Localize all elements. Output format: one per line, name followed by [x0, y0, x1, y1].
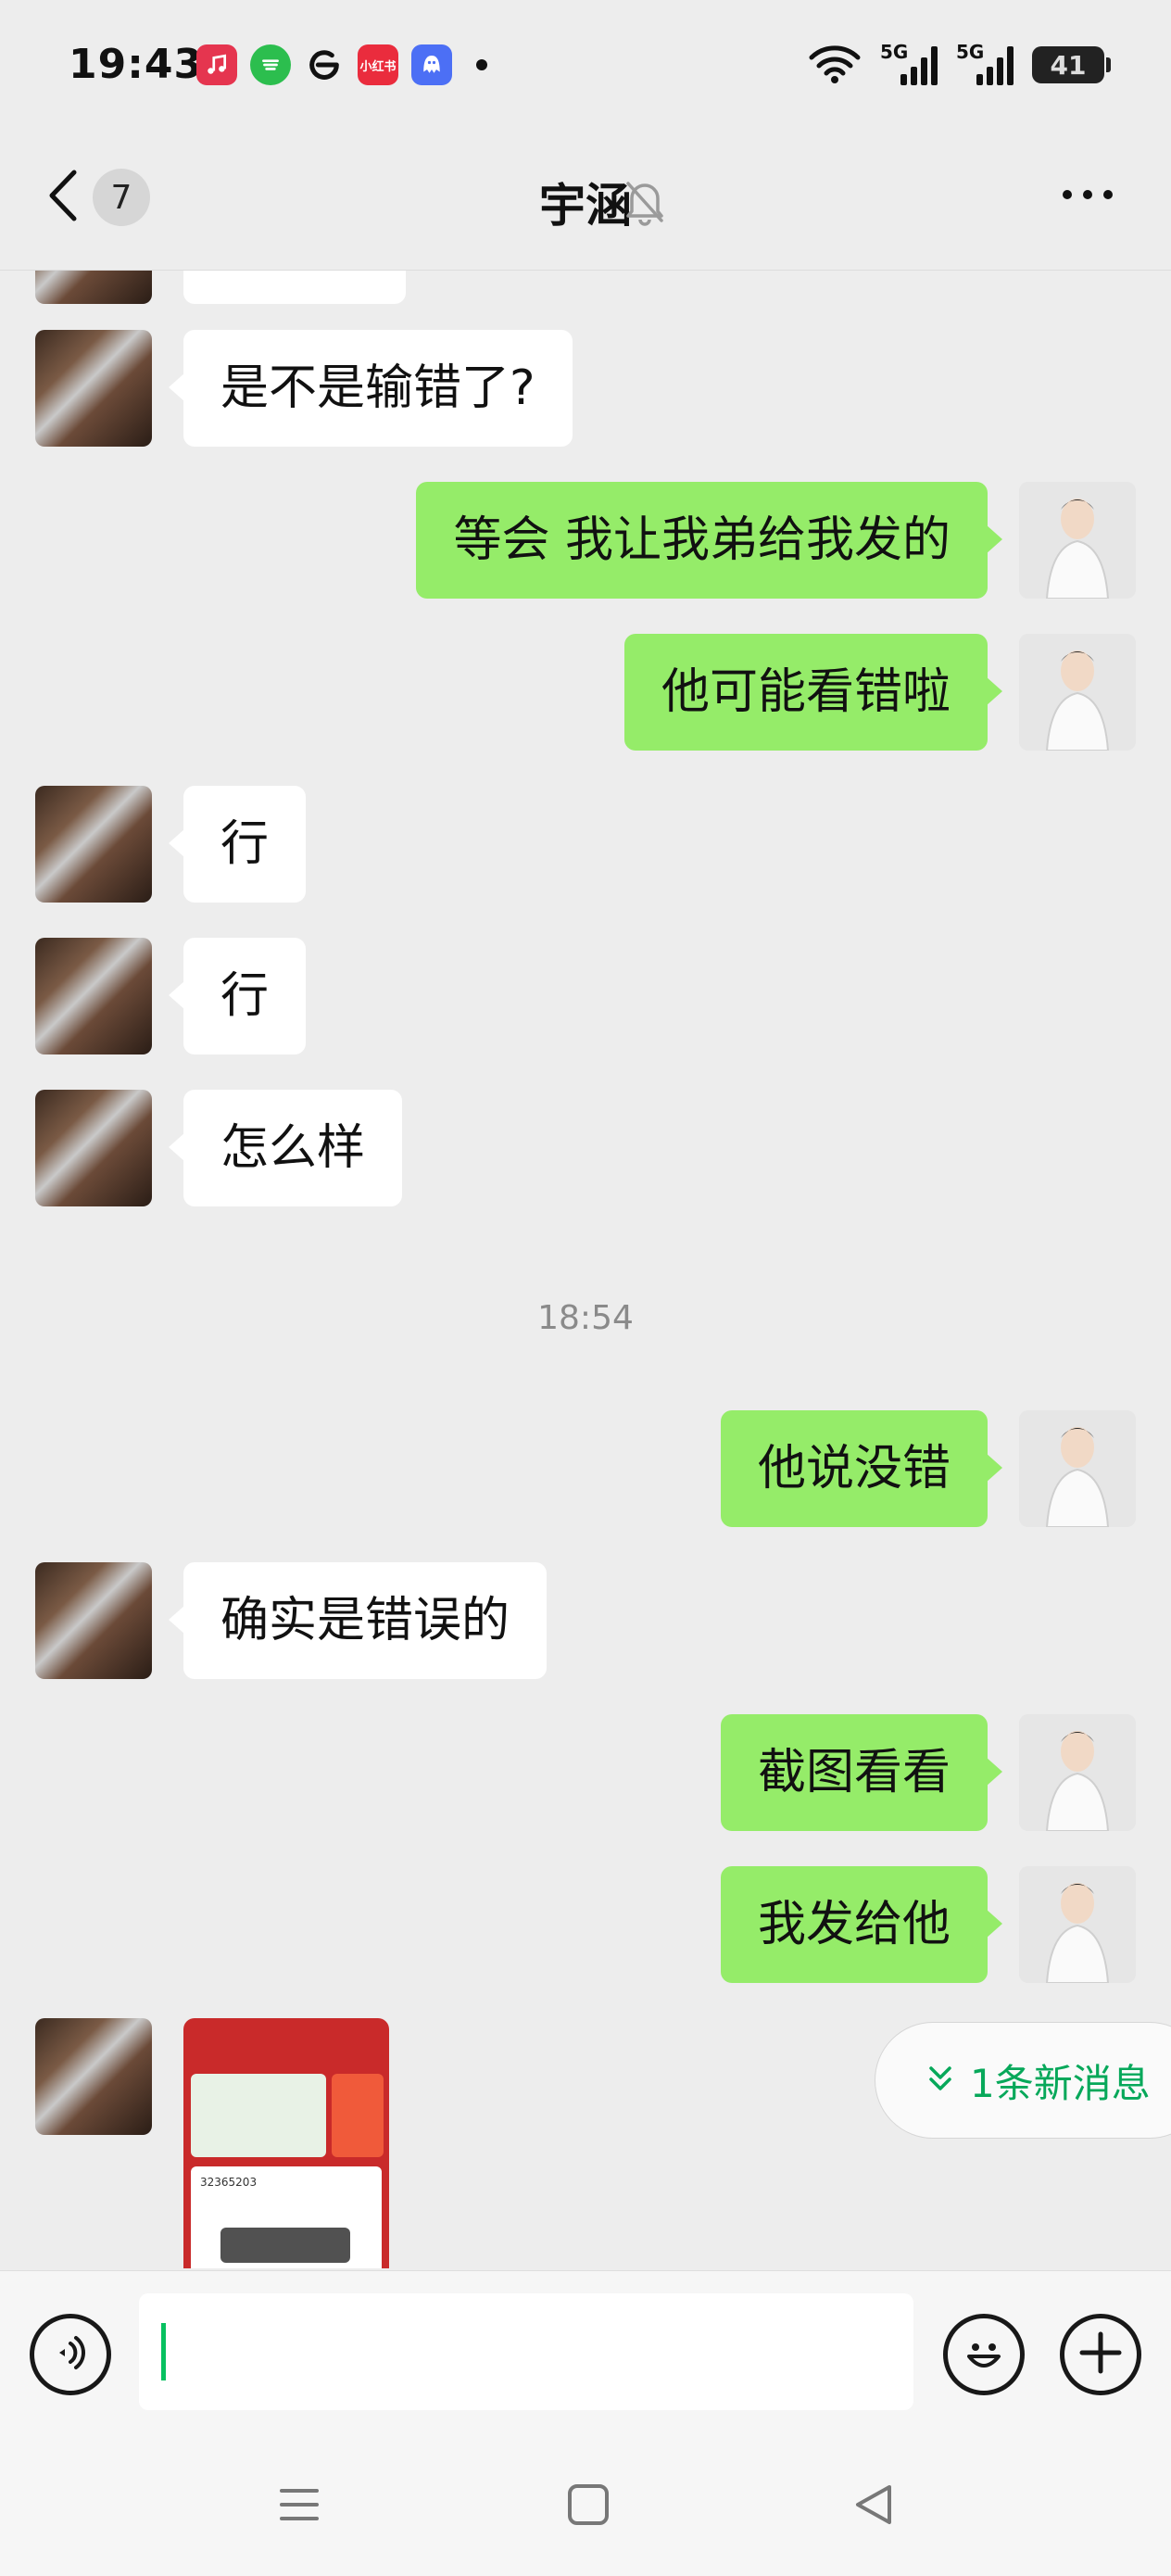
- input-bar: [0, 2270, 1171, 2437]
- message-bubble-partial[interactable]: [183, 271, 406, 304]
- emoji-button[interactable]: [943, 2314, 1025, 2395]
- plus-icon: [1077, 2330, 1124, 2380]
- more-notifications-dot: [476, 59, 487, 70]
- self-avatar[interactable]: [1019, 482, 1136, 599]
- network-type-label: 5G: [880, 41, 909, 63]
- double-chevron-down-icon: [927, 2058, 953, 2103]
- contact-avatar[interactable]: [35, 938, 152, 1054]
- contact-avatar[interactable]: [35, 786, 152, 903]
- status-bar: 19:43 小红书 5G 5G 41: [0, 0, 1171, 139]
- message-timestamp: 18:54: [537, 1299, 634, 1337]
- more-options-icon[interactable]: [1060, 187, 1115, 206]
- message-bubble-incoming[interactable]: 行: [168, 938, 307, 1054]
- contact-avatar[interactable]: [35, 271, 152, 304]
- music-icon: [196, 44, 237, 85]
- screenshot-banner: [191, 2074, 326, 2157]
- contact-avatar[interactable]: [35, 1562, 152, 1679]
- mute-bell-icon: [623, 178, 667, 230]
- new-message-label: 1条新消息: [970, 2060, 1151, 2106]
- text-cursor: [161, 2323, 166, 2380]
- network-type-label: 5G: [956, 41, 985, 63]
- smiley-icon: [958, 2327, 1010, 2382]
- message-bubble-incoming[interactable]: 怎么样: [168, 1090, 403, 1206]
- notification-icons: 小红书: [196, 44, 487, 85]
- screenshot-toast: [220, 2228, 350, 2263]
- message-bubble-outgoing[interactable]: 我发给他: [720, 1866, 1003, 1983]
- battery-icon: 41: [1032, 46, 1111, 83]
- message-bubble-outgoing[interactable]: 等会 我让我弟给我发的: [416, 482, 1002, 599]
- home-icon[interactable]: [567, 2483, 610, 2530]
- chat-title: 宇涵: [539, 179, 632, 233]
- edge-icon: [304, 44, 345, 85]
- system-navigation-bar: [0, 2437, 1171, 2576]
- contact-avatar[interactable]: [35, 330, 152, 447]
- self-avatar[interactable]: [1019, 1866, 1136, 1983]
- status-time: 19:43: [69, 41, 204, 88]
- qq-icon: [411, 44, 452, 85]
- signal-icon-sim1: 5G: [880, 41, 938, 85]
- recent-apps-icon[interactable]: [278, 2483, 321, 2530]
- screenshot-side-card: [332, 2074, 384, 2157]
- xiaohongshu-icon: 小红书: [358, 44, 398, 85]
- voice-icon: [50, 2332, 91, 2377]
- message-bubble-outgoing[interactable]: 截图看看: [720, 1714, 1003, 1831]
- status-indicators: 5G 5G 41: [808, 41, 1111, 87]
- message-bubble-outgoing[interactable]: 他说没错: [720, 1410, 1003, 1527]
- message-input[interactable]: [139, 2293, 913, 2410]
- message-list[interactable]: 是不是输错了? 等会 我让我弟给我发的 他可能看错啦 行 行 怎么样 18:54…: [0, 271, 1171, 2270]
- voice-input-button[interactable]: [30, 2314, 111, 2395]
- wifi-icon: [808, 43, 862, 87]
- screenshot-field-value: 32365203: [200, 2176, 258, 2189]
- message-bubble-incoming[interactable]: 是不是输错了?: [169, 330, 573, 447]
- chat-icon: [250, 44, 291, 85]
- contact-avatar[interactable]: [35, 1090, 152, 1206]
- more-functions-button[interactable]: [1060, 2314, 1141, 2395]
- self-avatar[interactable]: [1019, 1410, 1136, 1527]
- signal-icon-sim2: 5G: [956, 41, 1014, 85]
- chat-header: 7 宇涵: [0, 139, 1171, 271]
- new-message-pill[interactable]: 1条新消息: [875, 2022, 1171, 2139]
- self-avatar[interactable]: [1019, 634, 1136, 751]
- message-bubble-incoming[interactable]: 确实是错误的: [168, 1562, 548, 1679]
- message-bubble-outgoing[interactable]: 他可能看错啦: [623, 634, 1003, 751]
- contact-avatar[interactable]: [35, 2018, 152, 2135]
- image-message-screenshot[interactable]: 32365203: [183, 2018, 389, 2268]
- back-triangle-icon[interactable]: [852, 2483, 895, 2530]
- self-avatar[interactable]: [1019, 1714, 1136, 1831]
- message-bubble-incoming[interactable]: 行: [168, 786, 307, 903]
